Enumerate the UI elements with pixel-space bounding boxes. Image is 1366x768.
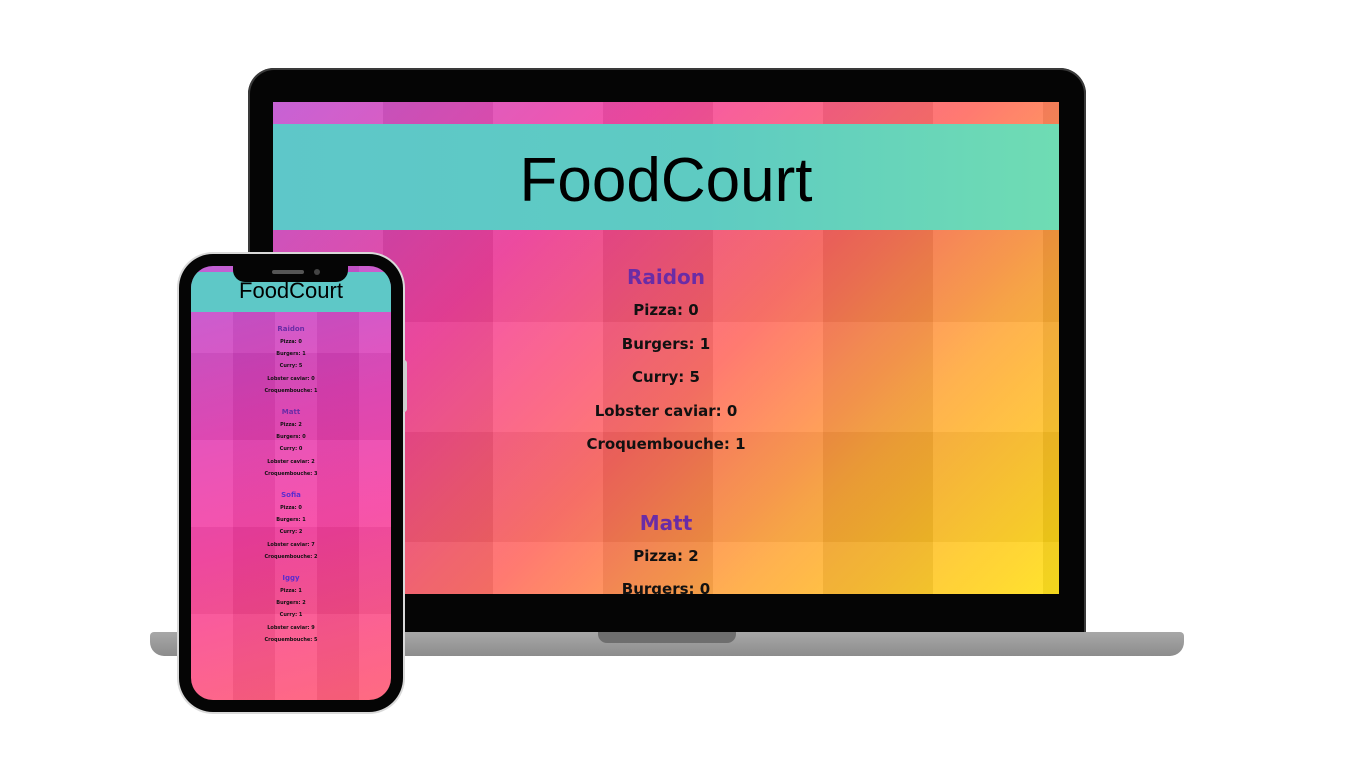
phone-person-name: Raidon [277,325,305,333]
phone-food-count: Pizza: 2 [280,422,302,429]
phone-person-name: Sofia [281,491,301,500]
phone-screen: FoodCourt Raidon Pizza: 0 Burgers: 1 Cur… [191,266,391,700]
phone-food-count: Curry: 1 [279,612,303,619]
phone-food-count: Curry: 2 [279,529,303,536]
phone-food-count: Burgers: 2 [276,600,306,607]
phone-person-card: Raidon Pizza: 0 Burgers: 1 Curry: 5 Lobs… [191,322,391,397]
app-header: FoodCourt [273,124,1059,230]
phone-food-count: Croquembouche: 3 [264,470,318,477]
phone-food-count: Croquembouche: 5 [264,636,318,643]
laptop-notch [598,632,736,643]
phone-food-count: Pizza: 0 [280,505,302,512]
phone-food-count: Croquembouche: 1 [264,387,318,394]
phone-food-count: Lobster caviar: 9 [267,624,315,631]
phone-food-count: Lobster caviar: 0 [267,375,315,382]
phone-person-card: Iggy Pizza: 1 Burgers: 2 Curry: 1 Lobste… [191,571,391,646]
phone-person-name: Iggy [282,574,300,583]
phone-food-count: Burgers: 1 [276,351,306,358]
app-title: FoodCourt [519,145,813,215]
phone-food-count: Croquembouche: 2 [264,553,318,560]
phone-person-card: Matt Pizza: 2 Burgers: 0 Curry: 0 Lobste… [191,405,391,480]
phone-food-count: Burgers: 1 [276,517,306,524]
phone-side-button [403,360,407,412]
phone-people-list: Raidon Pizza: 0 Burgers: 1 Curry: 5 Lobs… [191,322,391,654]
speaker-icon [272,270,304,274]
phone-food-count: Lobster caviar: 2 [267,458,315,465]
phone-food-count: Burgers: 0 [276,434,306,441]
phone-food-count: Pizza: 0 [280,339,302,345]
phone-food-count: Pizza: 1 [280,588,302,595]
camera-icon [314,269,320,275]
phone-person-card: Sofia Pizza: 0 Burgers: 1 Curry: 2 Lobst… [191,488,391,563]
phone-food-count: Lobster caviar: 7 [267,541,315,548]
phone-food-count: Curry: 5 [279,363,303,370]
phone-food-count: Curry: 0 [279,446,303,453]
phone-person-name: Matt [281,408,301,417]
